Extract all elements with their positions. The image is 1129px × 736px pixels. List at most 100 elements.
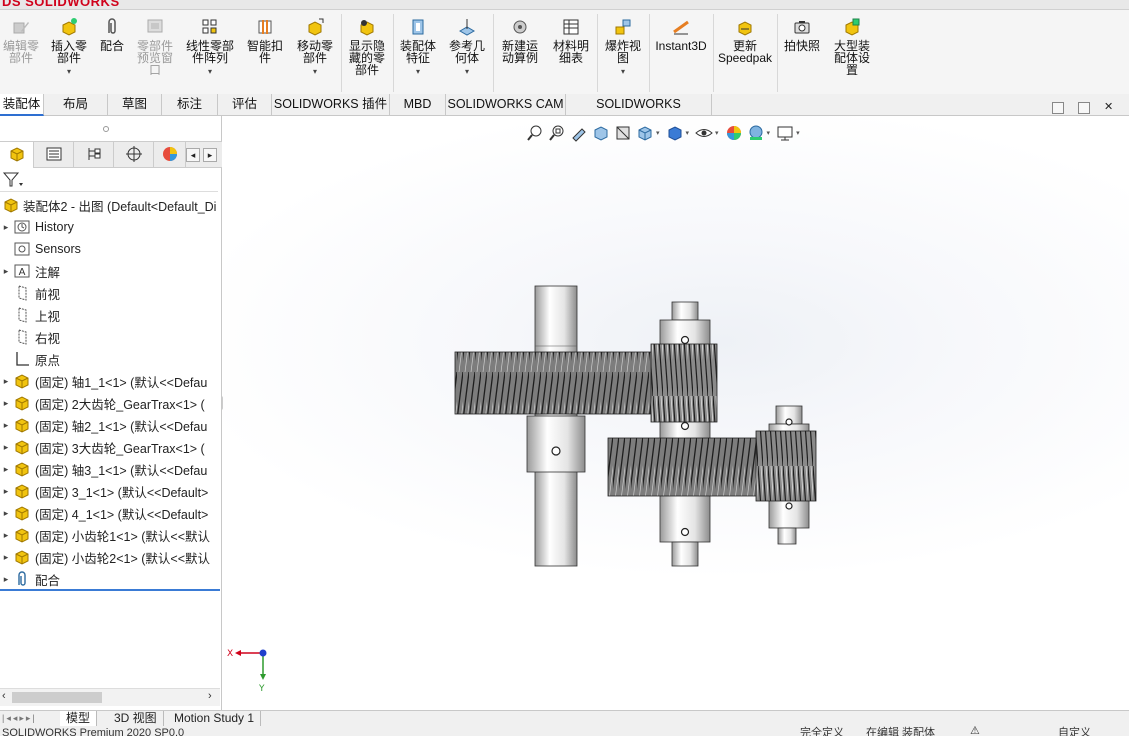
view-orientation-dropdown-icon[interactable]: ▾ bbox=[656, 129, 660, 137]
tab-3d-views[interactable]: 3D 视图 bbox=[108, 711, 164, 727]
expand-arrow-icon[interactable]: ▸ bbox=[0, 398, 12, 409]
scrollbar-thumb[interactable] bbox=[12, 692, 102, 703]
smart-fasteners-button[interactable]: 智能扣 件 bbox=[244, 16, 286, 94]
tab-motion-study-1[interactable]: Motion Study 1 bbox=[168, 711, 262, 727]
tree-node-front-plane[interactable]: 前视 bbox=[0, 282, 222, 304]
new-motion-study-button[interactable]: 新建运 动算例 bbox=[497, 16, 543, 94]
tree-node-pinion2[interactable]: ▸ (固定) 小齿轮2<1> (默认<<默认 bbox=[0, 546, 222, 568]
tree-node-right-plane[interactable]: 右视 bbox=[0, 326, 222, 348]
tab-solidworks-addins[interactable]: SOLIDWORKS 插件 bbox=[272, 94, 390, 116]
move-component-dropdown-icon[interactable]: ▾ bbox=[313, 66, 317, 78]
tile-window-icon[interactable] bbox=[1078, 102, 1090, 114]
tab-layout[interactable]: 布局 bbox=[44, 94, 108, 116]
bill-of-materials-button[interactable]: 材料明 细表 bbox=[548, 16, 594, 94]
tab-model[interactable]: 模型 bbox=[60, 711, 98, 727]
tree-node-gear2[interactable]: ▸ (固定) 2大齿轮_GearTrax<1> ( bbox=[0, 392, 222, 414]
tree-node-shaft2[interactable]: ▸ (固定) 轴2_1<1> (默认<<Defau bbox=[0, 414, 222, 436]
zoom-to-area-icon[interactable] bbox=[546, 122, 568, 144]
tree-node-shaft3[interactable]: ▸ (固定) 轴3_1<1> (默认<<Defau bbox=[0, 458, 222, 480]
panel-grip-handle[interactable] bbox=[103, 126, 109, 132]
expand-arrow-icon[interactable]: ▸ bbox=[0, 574, 12, 585]
reference-geometry-dropdown-icon[interactable]: ▾ bbox=[465, 66, 469, 78]
restore-window-icon[interactable] bbox=[1052, 102, 1064, 114]
rebuild-icon[interactable]: ⚠ bbox=[970, 726, 980, 736]
tree-node-gear3[interactable]: ▸ (固定) 3大齿轮_GearTrax<1> ( bbox=[0, 436, 222, 458]
expand-arrow-icon[interactable]: ▸ bbox=[0, 222, 12, 233]
expand-arrow-icon[interactable]: ▸ bbox=[0, 266, 12, 277]
hide-show-items-icon[interactable] bbox=[693, 122, 715, 144]
expand-arrow-icon[interactable]: ▸ bbox=[0, 376, 12, 387]
tree-node-shaft1[interactable]: ▸ (固定) 轴1_1<1> (默认<<Defau bbox=[0, 370, 222, 392]
show-hidden-components-button[interactable]: 显示隐 藏的零 部件 bbox=[344, 16, 390, 94]
scroll-left-arrow-icon[interactable]: ‹ bbox=[2, 690, 6, 702]
view-settings-dropdown-icon[interactable]: ▾ bbox=[796, 129, 800, 137]
scroll-right-arrow-icon[interactable]: › bbox=[208, 690, 212, 702]
shaft-1[interactable] bbox=[526, 285, 586, 567]
tab-mbd[interactable]: MBD bbox=[390, 94, 446, 116]
tree-horizontal-scrollbar[interactable]: ‹ › bbox=[0, 688, 220, 706]
expand-arrow-icon[interactable]: ▸ bbox=[0, 508, 12, 519]
shaft-2[interactable] bbox=[659, 301, 711, 567]
display-style-dropdown-icon[interactable]: ▾ bbox=[686, 129, 690, 137]
tabs-scroll-left-icon[interactable]: ◂ bbox=[186, 148, 200, 162]
expand-arrow-icon[interactable]: ▸ bbox=[0, 552, 12, 563]
large-gear-3[interactable] bbox=[607, 437, 759, 497]
update-speedpak-button[interactable]: 更新 Speedpak bbox=[716, 16, 774, 94]
reference-geometry-button[interactable]: 参考几 何体 ▾ bbox=[444, 16, 490, 94]
edit-component-button[interactable]: 编辑零 部件 bbox=[0, 16, 42, 94]
insert-components-button[interactable]: 插入零 部件 ▾ bbox=[46, 16, 92, 94]
tab-markup[interactable]: 标注 bbox=[162, 94, 218, 116]
assembly-features-button[interactable]: 装配体 特征 ▾ bbox=[396, 16, 440, 94]
pinion-2[interactable] bbox=[755, 430, 817, 502]
apply-scene-dropdown-icon[interactable]: ▾ bbox=[767, 129, 771, 137]
section-view-icon[interactable] bbox=[590, 122, 612, 144]
solidworks-logo[interactable]: DS SOLIDWORKS bbox=[2, 0, 120, 9]
tree-node-part4[interactable]: ▸ (固定) 4_1<1> (默认<<Default> bbox=[0, 502, 222, 524]
tab-sketch[interactable]: 草图 bbox=[108, 94, 162, 116]
large-gear-2[interactable] bbox=[454, 351, 656, 415]
tree-node-history[interactable]: ▸ History bbox=[0, 216, 222, 238]
expand-arrow-icon[interactable]: ▸ bbox=[0, 420, 12, 431]
expand-arrow-icon[interactable]: ▸ bbox=[0, 486, 12, 497]
component-preview-window-button[interactable]: 零部件 预览窗 口 bbox=[132, 16, 178, 94]
view-orientation-icon[interactable] bbox=[634, 122, 656, 144]
graphics-area[interactable]: X Y bbox=[223, 116, 1129, 710]
view-settings-monitor-icon[interactable] bbox=[774, 122, 796, 144]
tab-solidworks-cam[interactable]: SOLIDWORKS CAM bbox=[446, 94, 566, 116]
tree-node-pinion1[interactable]: ▸ (固定) 小齿轮1<1> (默认<<默认 bbox=[0, 524, 222, 546]
instant3d-button[interactable]: Instant3D bbox=[652, 16, 710, 94]
hide-show-dropdown-icon[interactable]: ▾ bbox=[715, 129, 719, 137]
zoom-to-fit-icon[interactable] bbox=[524, 122, 546, 144]
tab-solidworks-inspection[interactable]: SOLIDWORKS Inspection bbox=[566, 94, 712, 132]
pinion-1[interactable] bbox=[650, 343, 718, 423]
linear-component-pattern-button[interactable]: 线性零部 件阵列 ▾ bbox=[182, 16, 238, 94]
filter-icon[interactable] bbox=[2, 171, 24, 192]
apply-scene-icon[interactable] bbox=[745, 122, 767, 144]
large-assembly-settings-button[interactable]: 大型装 配体设 置 bbox=[828, 16, 876, 94]
dimxpertmanager-tab[interactable] bbox=[114, 142, 154, 168]
propertymanager-tab[interactable] bbox=[34, 142, 74, 168]
tree-node-origin[interactable]: 原点 bbox=[0, 348, 222, 370]
displaymanager-tab[interactable] bbox=[154, 142, 186, 168]
linear-pattern-dropdown-icon[interactable]: ▾ bbox=[208, 66, 212, 78]
tab-evaluate[interactable]: 评估 bbox=[218, 94, 272, 116]
exploded-view-button[interactable]: 爆炸视 图 ▾ bbox=[600, 16, 646, 94]
dynamic-annotation-views-icon[interactable] bbox=[612, 122, 634, 144]
tabs-scroll-right-icon[interactable]: ▸ bbox=[203, 148, 217, 162]
status-units-text[interactable]: 自定义 bbox=[1058, 728, 1091, 736]
mate-button[interactable]: 配合 bbox=[96, 16, 128, 94]
move-component-button[interactable]: 移动零 部件 ▾ bbox=[292, 16, 338, 94]
tree-root-assembly[interactable]: 装配体2 - 出图 (Default<Default_Di bbox=[0, 194, 222, 216]
insert-components-dropdown-icon[interactable]: ▾ bbox=[67, 66, 71, 78]
expand-arrow-icon[interactable]: ▸ bbox=[0, 464, 12, 475]
expand-arrow-icon[interactable]: ▸ bbox=[0, 442, 12, 453]
tree-node-top-plane[interactable]: 上视 bbox=[0, 304, 222, 326]
gear-assembly-model[interactable]: X Y bbox=[223, 116, 1129, 710]
configurationmanager-tab[interactable] bbox=[74, 142, 114, 168]
display-style-icon[interactable] bbox=[664, 122, 686, 144]
close-document-icon[interactable]: ✕ bbox=[1104, 102, 1116, 114]
tree-node-mates[interactable]: ▸ 配合 bbox=[0, 568, 222, 590]
tree-node-sensors[interactable]: Sensors bbox=[0, 238, 222, 260]
featuremanager-tab[interactable] bbox=[0, 142, 34, 168]
previous-view-icon[interactable] bbox=[568, 122, 590, 144]
